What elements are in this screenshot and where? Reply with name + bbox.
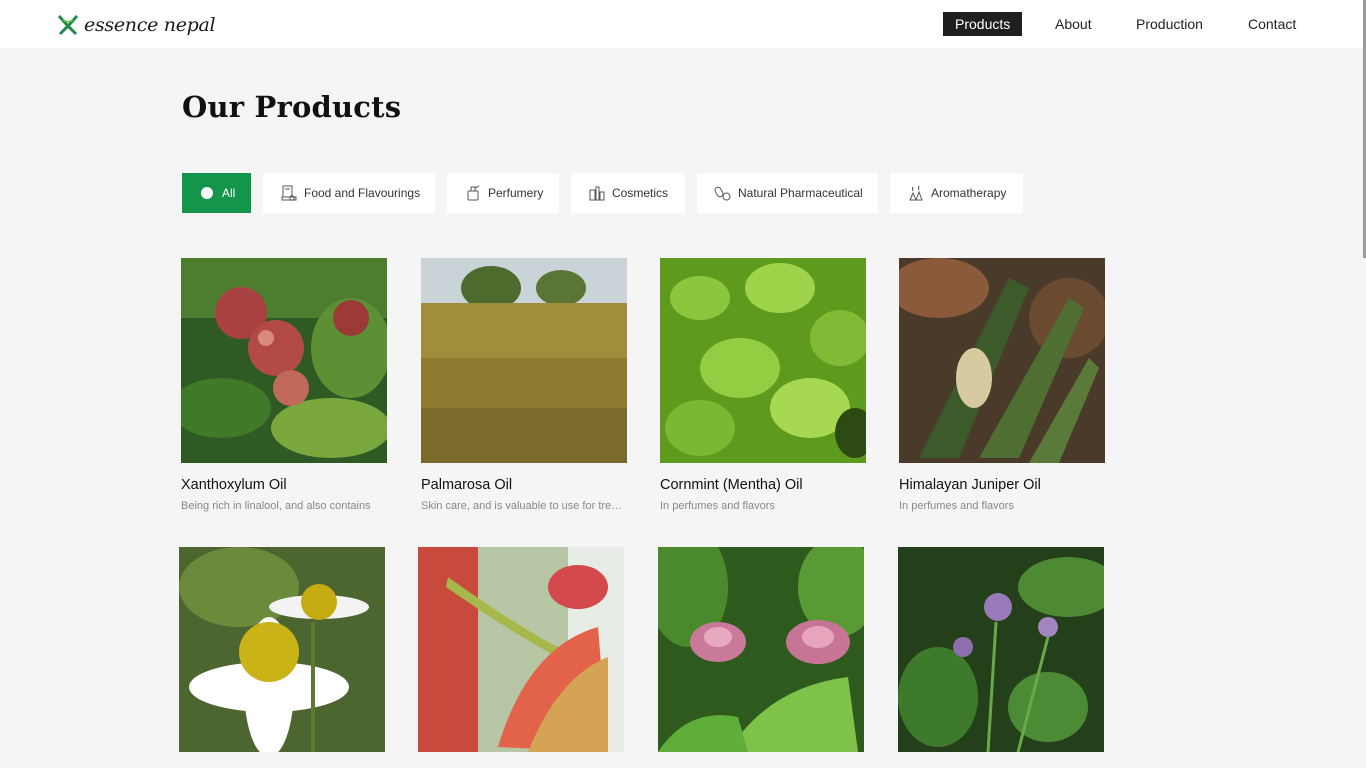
product-description: In perfumes and flavors [899, 500, 1014, 512]
product-card[interactable] [179, 547, 385, 752]
product-card[interactable] [898, 547, 1104, 752]
product-description: In perfumes and flavors [660, 500, 775, 512]
filter-label: Cosmetics [612, 186, 669, 200]
leaf-logo-icon [57, 14, 79, 36]
food-icon [281, 185, 297, 201]
filter-label: Food and Flavourings [304, 186, 421, 200]
filter-natural-pharmaceutical[interactable]: Natural Pharmaceutical [697, 173, 878, 213]
product-card[interactable]: Palmarosa Oil Skin care, and is valuable… [421, 258, 627, 512]
pills-icon [714, 186, 731, 201]
nav-production[interactable]: Production [1136, 12, 1203, 36]
product-description: Skin care, and is valuable to use for tr… [421, 500, 627, 512]
filter-all[interactable]: All [182, 173, 251, 213]
brand-logo[interactable]: essence nepal [56, 12, 216, 38]
product-image[interactable] [421, 258, 627, 463]
nav-about[interactable]: About [1055, 12, 1092, 36]
page-title: Our Products [182, 90, 402, 124]
product-description: Being rich in linalool, and also contain… [181, 500, 371, 512]
filter-food-and-flavourings[interactable]: Food and Flavourings [263, 173, 435, 213]
filter-label: Aromatherapy [931, 186, 1007, 200]
dot-icon [201, 187, 213, 199]
filter-label: All [222, 186, 236, 200]
filter-cosmetics[interactable]: Cosmetics [571, 173, 685, 213]
product-image[interactable] [899, 258, 1105, 463]
product-name[interactable]: Xanthoxylum Oil [181, 477, 287, 493]
product-image[interactable] [658, 547, 864, 752]
product-name[interactable]: Cornmint (Mentha) Oil [660, 477, 803, 493]
product-card[interactable]: Xanthoxylum Oil Being rich in linalool, … [181, 258, 387, 512]
product-name[interactable]: Palmarosa Oil [421, 477, 512, 493]
nav-contact[interactable]: Contact [1248, 12, 1296, 36]
top-navigation-bar: essence nepal Products About Production … [0, 0, 1366, 48]
product-card[interactable] [658, 547, 864, 752]
product-card[interactable] [418, 547, 624, 752]
product-image[interactable] [660, 258, 866, 463]
product-image[interactable] [898, 547, 1104, 752]
product-name[interactable]: Himalayan Juniper Oil [899, 477, 1041, 493]
product-image[interactable] [181, 258, 387, 463]
filter-aromatherapy[interactable]: Aromatherapy [890, 173, 1023, 213]
perfume-icon [467, 185, 480, 201]
brand-name: essence nepal [84, 14, 216, 36]
cosmetics-icon [589, 186, 605, 201]
filter-perfumery[interactable]: Perfumery [447, 173, 559, 213]
product-image[interactable] [179, 547, 385, 752]
filter-label: Perfumery [488, 186, 544, 200]
product-card[interactable]: Cornmint (Mentha) Oil In perfumes and fl… [660, 258, 866, 512]
product-card[interactable]: Himalayan Juniper Oil In perfumes and fl… [899, 258, 1105, 512]
product-image[interactable] [418, 547, 624, 752]
aromatherapy-icon [909, 185, 923, 201]
filter-label: Natural Pharmaceutical [738, 186, 863, 200]
nav-products[interactable]: Products [943, 12, 1023, 36]
